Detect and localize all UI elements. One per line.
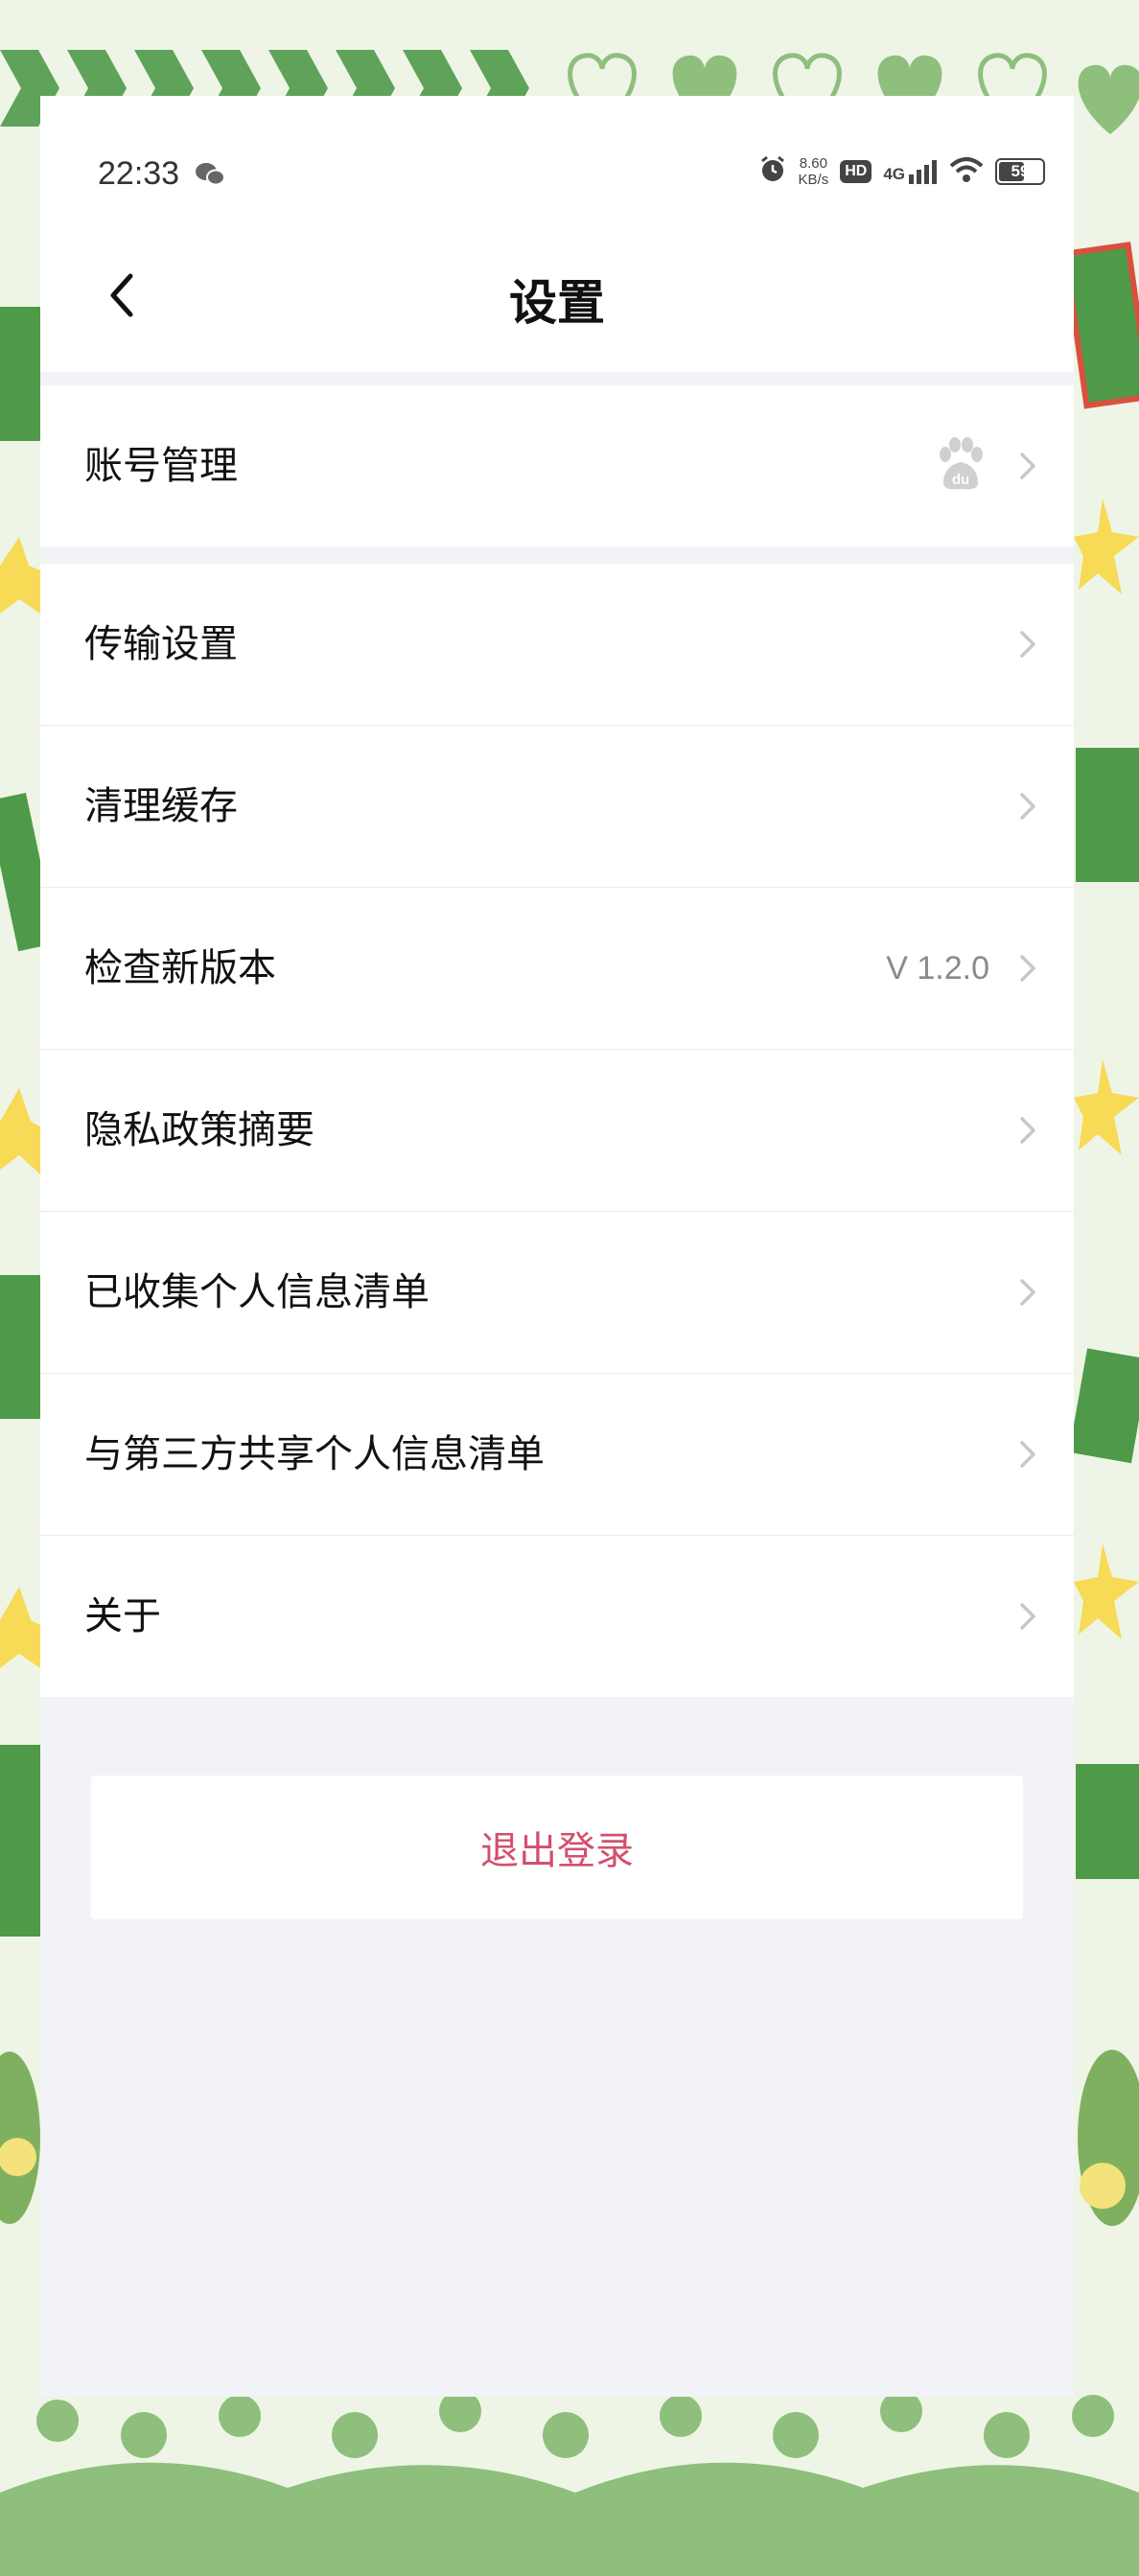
network-speed-value: 8.60 [799, 155, 827, 172]
battery-icon: 59 [995, 158, 1045, 185]
logout-section: 退出登录 [40, 1697, 1074, 1919]
version-value: V 1.2.0 [886, 950, 989, 986]
chevron-right-icon [1020, 793, 1035, 820]
chevron-right-icon [1020, 1279, 1035, 1306]
row-label: 隐私政策摘要 [84, 1108, 314, 1152]
row-label: 清理缓存 [84, 784, 238, 828]
network-speed-unit: KB/s [798, 172, 829, 188]
account-section: 账号管理 du [40, 385, 1074, 546]
clear-cache-row[interactable]: 清理缓存 [40, 726, 1074, 888]
status-bar: 22:33 8.60 KB/s HD 4G 59 [40, 96, 1074, 220]
wechat-icon [194, 161, 226, 192]
account-management-row[interactable]: 账号管理 du [40, 385, 1074, 546]
check-update-row[interactable]: 检查新版本 V 1.2.0 [40, 888, 1074, 1050]
page-title: 设置 [509, 274, 605, 331]
chevron-right-icon [1020, 955, 1035, 982]
chevron-right-icon [1020, 631, 1035, 658]
about-row[interactable]: 关于 [40, 1536, 1074, 1697]
network-type-label: 4G [883, 165, 905, 183]
baidu-paw-icon: du [936, 437, 986, 495]
row-label: 关于 [84, 1594, 161, 1638]
row-label: 已收集个人信息清单 [84, 1270, 430, 1314]
third-party-sharing-row[interactable]: 与第三方共享个人信息清单 [40, 1374, 1074, 1536]
chevron-right-icon [1020, 1603, 1035, 1630]
transfer-settings-row[interactable]: 传输设置 [40, 564, 1074, 726]
network-speed: 8.60 KB/s [799, 155, 829, 188]
hd-badge: HD [840, 160, 872, 183]
logout-button[interactable]: 退出登录 [91, 1775, 1023, 1919]
chevron-right-icon [1020, 453, 1035, 479]
wifi-icon [949, 156, 984, 187]
svg-text:du: du [952, 472, 969, 488]
app-screen: 22:33 8.60 KB/s HD 4G 59 设置 账号管理 du 传输设置… [40, 96, 1074, 2397]
battery-percentage: 59 [1011, 162, 1030, 180]
navigation-bar: 设置 [40, 220, 1074, 372]
row-label: 与第三方共享个人信息清单 [84, 1432, 545, 1476]
status-time: 22:33 [98, 155, 180, 192]
cellular-signal-icon: 4G [883, 159, 938, 184]
alarm-icon [758, 155, 787, 188]
row-label: 传输设置 [84, 622, 238, 666]
row-label: 检查新版本 [84, 946, 276, 990]
chevron-right-icon [1020, 1117, 1035, 1144]
settings-content: 账号管理 du 传输设置 清理缓存 检查新版本 V 1.2.0 隐私政策摘要 已… [40, 372, 1074, 2397]
settings-list: 传输设置 清理缓存 检查新版本 V 1.2.0 隐私政策摘要 已收集个人信息清单 [40, 564, 1074, 1697]
account-management-label: 账号管理 [84, 444, 238, 488]
collected-personal-info-row[interactable]: 已收集个人信息清单 [40, 1212, 1074, 1374]
privacy-policy-summary-row[interactable]: 隐私政策摘要 [40, 1050, 1074, 1212]
chevron-right-icon [1020, 1441, 1035, 1468]
